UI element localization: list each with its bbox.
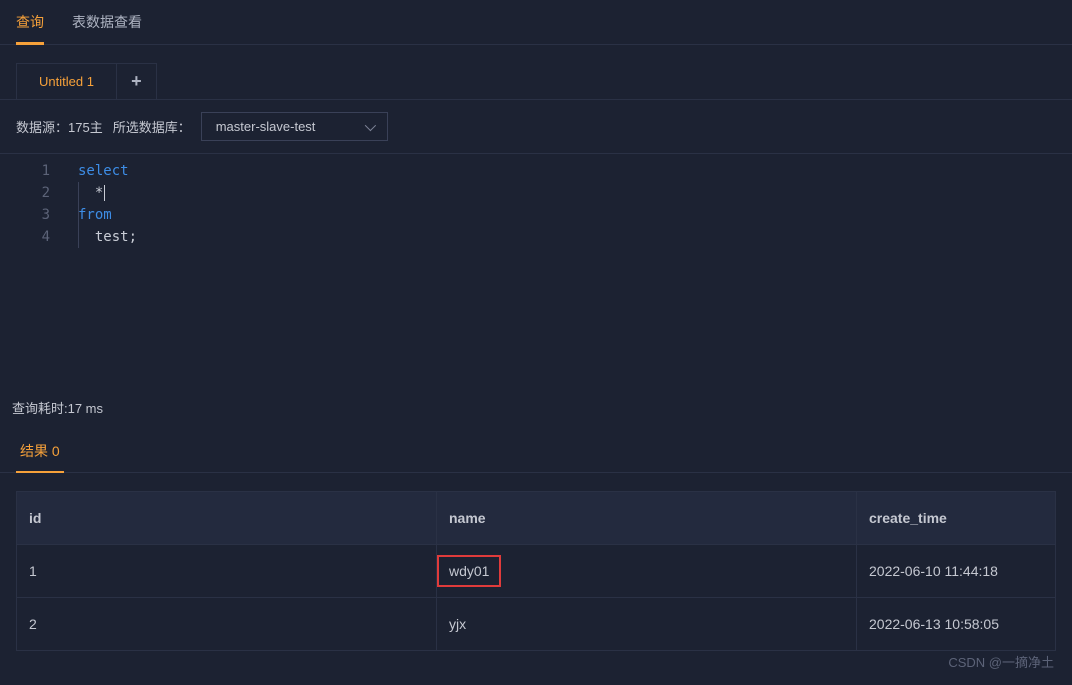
database-select-value: master-slave-test [216,119,316,134]
results-table: id name create_time 1 wdy01 2022-06-10 1… [16,491,1056,651]
highlighted-cell: wdy01 [437,555,501,587]
line-number: 3 [0,204,50,226]
indent-guide [78,182,79,248]
file-tabs: Untitled 1 + [0,45,1072,99]
cell-name[interactable]: yjx [437,598,857,651]
result-tabs: 结果 0 [0,431,1072,473]
database-select[interactable]: master-slave-test [201,112,389,141]
watermark-text: CSDN @一摘净土 [948,652,1054,671]
cell-create-time[interactable]: 2022-06-13 10:58:05 [857,598,1056,651]
editor-code[interactable]: select * from test; [60,154,137,384]
cell-name[interactable]: wdy01 [437,545,857,598]
col-header-create-time[interactable]: create_time [857,492,1056,545]
tab-table-data[interactable]: 表数据查看 [72,12,142,44]
table-row[interactable]: 2 yjx 2022-06-13 10:58:05 [17,598,1056,651]
code-keyword: from [78,207,112,223]
code-keyword: select [78,163,129,179]
new-tab-button[interactable]: + [117,63,157,99]
line-number: 4 [0,226,50,248]
db-label: 所选数据库： [113,117,191,136]
table-header-row: id name create_time [17,492,1056,545]
line-number: 1 [0,160,50,182]
col-header-name[interactable]: name [437,492,857,545]
table-row[interactable]: 1 wdy01 2022-06-10 11:44:18 [17,545,1056,598]
cell-id[interactable]: 1 [17,545,437,598]
tab-query[interactable]: 查询 [16,12,44,45]
code-text: * [95,185,103,201]
toolbar: 数据源：175主 所选数据库： master-slave-test [0,99,1072,154]
plus-icon: + [131,71,142,92]
col-header-id[interactable]: id [17,492,437,545]
query-time-status: 查询耗时:17 ms [0,384,1072,431]
file-tab-untitled1[interactable]: Untitled 1 [16,63,117,99]
chevron-down-icon [365,119,376,130]
cell-id[interactable]: 2 [17,598,437,651]
result-tab-0[interactable]: 结果 0 [16,431,64,473]
datasource-label: 数据源：175主 [16,117,103,136]
top-tabs: 查询 表数据查看 [0,0,1072,45]
results-table-wrap: id name create_time 1 wdy01 2022-06-10 1… [0,473,1072,651]
cursor-icon [104,185,105,201]
code-text [78,185,95,201]
line-number: 2 [0,182,50,204]
sql-editor[interactable]: 1 2 3 4 select * from test; [0,154,1072,384]
code-text: test; [95,229,137,245]
code-text [78,229,95,245]
cell-create-time[interactable]: 2022-06-10 11:44:18 [857,545,1056,598]
editor-gutter: 1 2 3 4 [0,154,60,384]
